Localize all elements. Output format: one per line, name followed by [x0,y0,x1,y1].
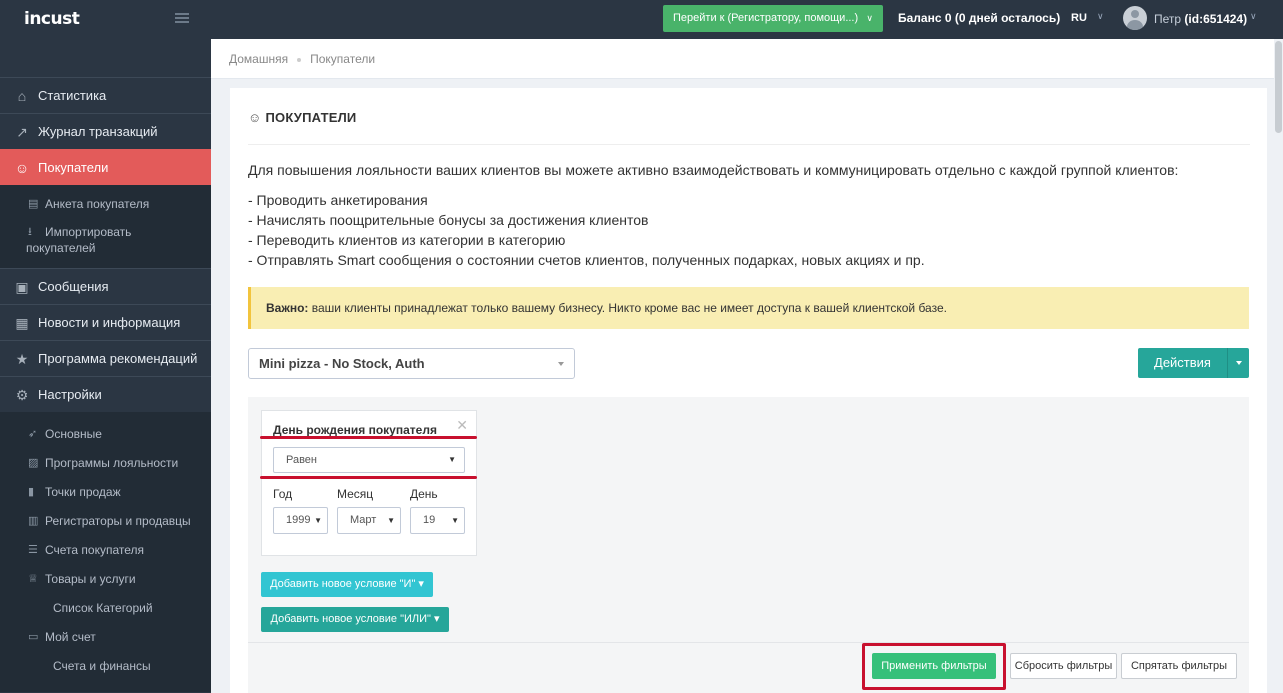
triangle-down-icon: ▼ [448,455,456,464]
operator-select[interactable]: Равен ▼ [273,447,465,473]
trophy-icon: ♕ [28,573,38,585]
sidebar-item-referral[interactable]: ★ Программа рекомендаций [0,340,211,376]
annotation-underline [260,436,477,439]
chevron-down-icon: ∨ [866,13,873,23]
cart-icon: ▥ [28,515,39,527]
sidebar-item-general[interactable]: ➶ Основные [0,420,211,449]
card-icon: ▭ [28,631,39,643]
add-and-condition-button[interactable]: Добавить новое условие "И" ▾ [261,572,433,597]
breadcrumb-home[interactable]: Домашняя [229,52,288,66]
home-icon: ⌂ [17,88,27,104]
feature-list: - Проводить анкетирования - Начислять по… [248,192,925,268]
apply-filters-button[interactable]: Применить фильтры [872,653,996,679]
users-icon: ☺ [14,160,30,176]
triangle-down-icon: ▼ [449,508,459,533]
sidebar-item-goods[interactable]: ♕ Товары и услуги [0,565,211,594]
triangle-down-icon: ▼ [312,508,322,533]
rocket-icon: ➶ [28,428,38,440]
sidebar-item-customers[interactable]: ☺ Покупатели [0,149,211,185]
filter-panel: День рождения покупателя ✕ Равен ▼ Год Ме… [248,397,1249,693]
sidebar-item-registrators[interactable]: ▥ Регистраторы и продавцы [0,507,211,536]
incust-logo[interactable]: incust [24,9,80,29]
chart-line-icon: ↗ [16,124,28,140]
newspaper-icon: ▦ [15,315,29,331]
chevron-down-icon[interactable]: ∨ [1250,11,1257,22]
triangle-down-icon: ▼ [385,508,395,533]
sidebar-item-my-account[interactable]: ▭ Мой счет [0,623,211,652]
users-icon: ☺ [248,110,262,125]
sidebar-item-categories[interactable]: Список Категорий [0,594,211,623]
page-scrollbar[interactable] [1274,39,1283,693]
caret-down-icon[interactable] [1227,348,1249,378]
balance-info: Баланс 0 (0 дней осталось) [898,11,1061,25]
top-navbar: incust Перейти к (Регистратору, помощи..… [0,0,1283,39]
breadcrumb-current: Покупатели [310,52,376,66]
year-select[interactable]: 1999 ▼ [273,507,328,534]
menu-toggle-icon[interactable] [175,13,189,24]
user-menu[interactable]: Петр (id:651424) [1154,12,1247,26]
goto-label: Перейти к (Регистратору, помощи...) [673,12,859,24]
day-label: День [410,487,438,501]
sidebar-item-customer-accounts[interactable]: ☰ Счета покупателя [0,536,211,565]
filter-condition-card: День рождения покупателя ✕ Равен ▼ Год Ме… [261,410,477,556]
hide-filters-button[interactable]: Спрятать фильтры [1121,653,1237,679]
actions-dropdown-button[interactable]: Действия [1138,348,1249,378]
reset-filters-button[interactable]: Сбросить фильтры [1010,653,1117,679]
page-title: ☺ ПОКУПАТЕЛИ [248,110,357,125]
avatar[interactable] [1123,6,1147,30]
month-label: Месяц [337,487,374,501]
sidebar-item-messages[interactable]: ▣ Сообщения [0,268,211,304]
gift-icon: ▨ [28,457,39,469]
sidebar-item-import-customers[interactable]: ⭳ Импортировать покупателей [0,218,211,268]
language-selector[interactable]: RU [1071,12,1087,24]
sidebar-item-points-of-sale[interactable]: ▮ Точки продаж [0,478,211,507]
book-icon: ▮ [28,486,35,498]
scrollbar-thumb[interactable] [1275,41,1282,133]
add-or-condition-button[interactable]: Добавить новое условие "ИЛИ" ▾ [261,607,449,632]
caret-down-icon [558,362,564,366]
sidebar-item-statistics[interactable]: ⌂ Статистика [0,77,211,113]
business-select[interactable]: Mini pizza - No Stock, Auth [248,348,575,379]
chevron-down-icon[interactable]: ∨ [1097,11,1104,22]
sidebar: ⌂ Статистика ↗ Журнал транзакций ☺ Покупате… [0,39,211,693]
intro-text: Для повышения лояльности ваших клиентов … [248,162,1179,178]
annotation-underline [260,476,477,479]
important-notice: Важно: ваши клиенты принадлежат только в… [248,287,1249,329]
customers-portlet: ☺ ПОКУПАТЕЛИ Для повышения лояльности ваш… [230,88,1267,693]
gear-icon: ⚙ [15,387,29,403]
messages-icon: ▣ [15,279,29,295]
goto-dropdown-button[interactable]: Перейти к (Регистратору, помощи...) ∨ [663,5,883,32]
condition-title: День рождения покупателя [273,423,437,437]
sidebar-item-loyalty[interactable]: ▨ Программы лояльности [0,449,211,478]
file-icon: ▤ [28,198,39,210]
breadcrumb: Домашняя Покупатели [211,39,1283,79]
download-icon: ⭳ [28,226,32,238]
actions-label: Действия [1154,355,1211,370]
sidebar-item-settings[interactable]: ⚙ Настройки [0,376,211,412]
list-icon: ☰ [28,544,38,556]
year-label: Год [273,487,293,501]
sidebar-item-news[interactable]: ▦ Новости и информация [0,304,211,340]
sidebar-item-finance[interactable]: Счета и финансы [0,652,211,681]
day-select[interactable]: 19 ▼ [410,507,465,534]
month-select[interactable]: Март ▼ [337,507,401,534]
close-icon[interactable]: ✕ [456,417,468,434]
sidebar-item-transactions[interactable]: ↗ Журнал транзакций [0,113,211,149]
sidebar-item-customer-survey[interactable]: ▤ Анкета покупателя [0,185,211,218]
star-icon: ★ [15,351,29,367]
